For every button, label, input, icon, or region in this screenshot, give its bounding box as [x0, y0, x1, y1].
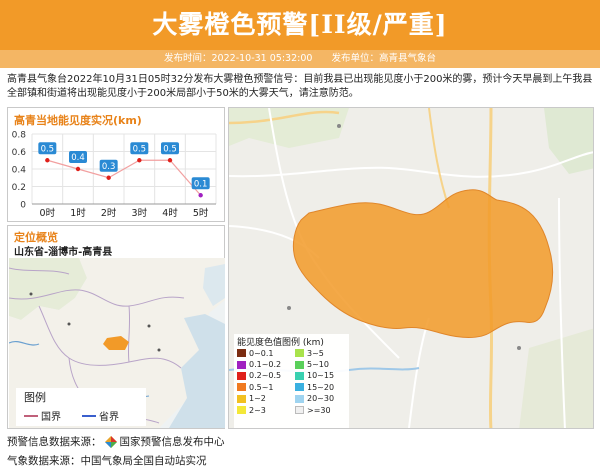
city-marker [67, 322, 71, 326]
x-tick-label: 1时 [70, 207, 86, 219]
color-swatch [237, 349, 246, 358]
x-tick-label: 2时 [101, 207, 117, 219]
location-name: 山东省-淄博市-高青县 [14, 247, 113, 258]
data-label: 0.3 [102, 162, 116, 172]
color-swatch [237, 406, 246, 415]
color-legend-label: 20~30 [307, 394, 335, 404]
color-legend-label: 0.2~0.5 [249, 371, 282, 381]
data-label: 0.1 [194, 179, 208, 189]
y-tick-label: 0.4 [12, 166, 27, 176]
color-legend-item: 5~10 [295, 359, 347, 369]
color-swatch [295, 371, 304, 380]
data-label: 0.5 [163, 144, 177, 154]
color-legend-item: 10~15 [295, 371, 347, 381]
color-legend-item: 20~30 [295, 394, 347, 404]
color-legend-item: 0.1~0.2 [237, 359, 295, 369]
data-label: 0.5 [41, 144, 55, 154]
color-swatch [237, 360, 246, 369]
color-legend-item: 2~3 [237, 405, 295, 415]
warning-description: 高青县气象台2022年10月31日05时32分发布大雾橙色预警信号：目前我县已出… [7, 74, 593, 99]
city-marker [157, 348, 161, 352]
legend-item-province-border: 省界 [82, 408, 119, 423]
color-legend-label: 15~20 [307, 382, 335, 392]
color-swatch [295, 383, 304, 392]
color-legend-label: 3~5 [307, 348, 324, 358]
color-legend-label: >=30 [307, 405, 331, 415]
visibility-chart-panel: 高青当地能见度实况(km) 0 0.2 0.4 0.6 0.8 0.5 0时 0.4 1时 0.3… [7, 107, 225, 222]
color-legend-item: 1~2 [237, 394, 295, 404]
visibility-chart-title: 高青当地能见度实况(km) [14, 114, 142, 127]
city-marker [147, 324, 151, 328]
color-legend-label: 0.5~1 [249, 382, 274, 392]
town-marker [287, 306, 291, 310]
visibility-point [198, 193, 203, 198]
color-legend-label: 10~15 [307, 371, 335, 381]
x-tick-label: 5时 [193, 207, 209, 219]
publish-time: 发布时间：2022-10-31 05:32:00 [164, 53, 313, 64]
warning-source-line: 预警信息数据来源： 国家预警信息发布中心 [7, 434, 225, 449]
legend-item-national-border: 国界 [24, 408, 61, 423]
color-legend-item: 0.2~0.5 [237, 371, 295, 381]
city-marker [29, 292, 33, 296]
color-legend-item: 0.5~1 [237, 382, 295, 392]
x-tick-label: 4时 [162, 207, 178, 219]
visibility-point [75, 166, 81, 172]
warning-source-label: 预警信息数据来源： [7, 436, 102, 448]
weather-source-line: 气象数据来源：中国气象局全国自动站实况 [7, 453, 207, 468]
color-legend-label: 1~2 [249, 394, 266, 404]
x-tick-label: 3时 [132, 207, 148, 219]
color-legend-label: 0~0.1 [249, 348, 274, 358]
data-label: 0.4 [71, 153, 85, 163]
color-swatch [295, 349, 304, 358]
color-legend-item: 3~5 [295, 348, 347, 358]
color-legend-title: 能见度色值图例 (km) [237, 338, 324, 348]
visibility-chart: 0 0.2 0.4 0.6 0.8 0.5 0时 0.4 1时 0.3 2时 0.5 3时 0.5 4时 0.… [12, 131, 217, 219]
y-tick-label: 0.8 [12, 131, 27, 141]
warning-header: 大雾橙色预警[II级/严重] [0, 0, 600, 50]
publisher: 发布单位：高青县气象台 [331, 53, 436, 64]
warning-title: 大雾橙色预警[II级/严重] [152, 10, 448, 39]
warning-meta-bar: 发布时间：2022-10-31 05:32:00 发布单位：高青县气象台 [0, 50, 600, 68]
color-legend-item: 0~0.1 [237, 348, 295, 358]
color-legend-label: 2~3 [249, 405, 266, 415]
legend-label: 国界 [41, 412, 61, 423]
data-label: 0.5 [133, 144, 147, 154]
location-legend-title: 图例 [24, 391, 46, 404]
town-marker [337, 124, 341, 128]
color-legend-grid: 0~0.1 3~5 0.1~0.2 5~10 0.2~0.5 10~15 0.5~1 15~2… [237, 348, 347, 415]
visibility-color-legend: 能见度色值图例 (km) 0~0.1 3~5 0.1~0.2 5~10 0.2~0.5 1… [234, 334, 349, 428]
warning-source-name[interactable]: 国家预警信息发布中心 [120, 434, 225, 449]
province-border-swatch [82, 414, 96, 417]
color-swatch [237, 394, 246, 403]
color-swatch [295, 406, 304, 415]
location-legend: 图例 国界 省界 [16, 388, 146, 426]
color-swatch [295, 360, 304, 369]
weather-source-text: 气象数据来源：中国气象局全国自动站实况 [7, 455, 207, 467]
visibility-point [167, 158, 173, 163]
color-legend-item: >=30 [295, 405, 347, 415]
visibility-point [106, 175, 111, 180]
national-border-swatch [24, 414, 38, 417]
visibility-point [137, 158, 142, 163]
color-legend-item: 15~20 [295, 382, 347, 392]
y-tick-label: 0.6 [12, 148, 27, 158]
color-legend-label: 5~10 [307, 360, 329, 370]
color-legend-label: 0.1~0.2 [249, 360, 282, 370]
y-tick-label: 0.2 [12, 183, 26, 193]
visibility-point [45, 158, 50, 163]
main-map-panel: 能见度色值图例 (km) 0~0.1 3~5 0.1~0.2 5~10 0.2~0.5 1… [228, 107, 594, 429]
location-panel: 定位概览 山东省-淄博市-高青县 图例 国界 省界 [7, 225, 225, 429]
town-marker [517, 346, 521, 350]
y-tick-label: 0 [20, 201, 26, 211]
color-swatch [237, 371, 246, 380]
legend-label: 省界 [99, 412, 119, 423]
x-tick-label: 0时 [40, 207, 56, 219]
color-swatch [237, 383, 246, 392]
warning-center-logo-icon [104, 435, 117, 448]
color-swatch [295, 394, 304, 403]
